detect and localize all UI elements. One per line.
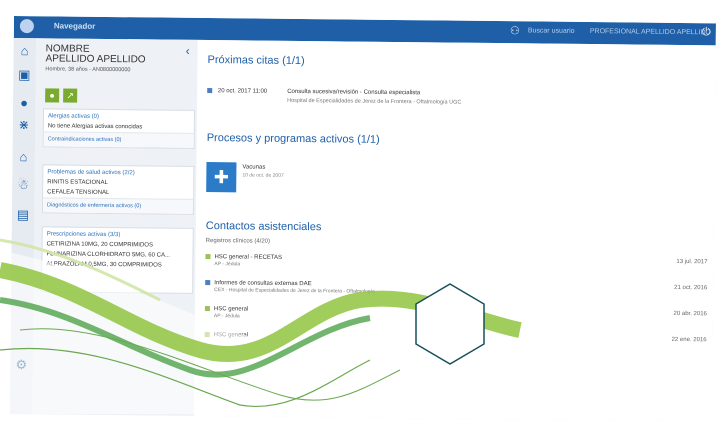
cita-place: Hospital de Especialidades de Jerez de l… xyxy=(287,97,462,106)
professional-name[interactable]: PROFESIONAL APELLIDO APELLIDO xyxy=(590,28,711,36)
row-date: 20 abr. 2016 xyxy=(673,310,707,318)
app-window: Navegador ⚇ Buscar usuario PROFESIONAL A… xyxy=(9,16,716,421)
row-sub: AP - Jédula xyxy=(213,313,240,320)
family-icon[interactable]: ⋇ xyxy=(17,117,31,132)
people-icon[interactable]: ☃ xyxy=(16,177,30,192)
procesos-title: Procesos y programas activos (1/1) xyxy=(206,132,380,146)
prescription-item[interactable]: ALPRAZOLAM 0,5MG, 30 COMPRIMIDOS xyxy=(42,259,192,271)
record-icon xyxy=(205,254,211,260)
navigator-label[interactable]: Navegador xyxy=(54,21,95,30)
settings-icon[interactable]: ⚙ xyxy=(14,357,28,372)
table-row[interactable]: HSC general - RECETAS AP - Jédula 13 jul… xyxy=(205,254,711,272)
house-icon[interactable]: ⌂ xyxy=(16,149,30,164)
home-icon[interactable]: ⌂ xyxy=(18,43,32,58)
share-icon[interactable]: ↗ xyxy=(63,88,78,103)
registros-subtitle: Registros clínicos (4/20) xyxy=(205,238,271,245)
user-search-icon[interactable]: ⚇ xyxy=(510,25,522,37)
patient-sidebar: NOMBRE APELLIDO APELLIDO Hombre, 38 años… xyxy=(31,38,198,416)
row-title: HSC general xyxy=(213,332,249,339)
table-row[interactable]: Informes de consultas externas DAE CEX -… xyxy=(205,280,711,298)
row-title: Informes de consultas externas DAE xyxy=(214,280,312,288)
prescriptions-card: Prescripciones activas (3/3) CETIRIZINA … xyxy=(41,226,194,294)
contraindications-link[interactable]: Contraindicaciones activas (0) xyxy=(43,131,194,148)
calendar-icon[interactable]: ▣ xyxy=(17,67,31,82)
record-icon xyxy=(204,332,210,338)
table-row[interactable]: HSC general 22 ene. 2016 xyxy=(204,332,711,344)
main-panel: Próximas citas (1/1) 20 oct. 2017 11:00 … xyxy=(193,39,716,421)
row-date: 13 jul. 2017 xyxy=(676,258,708,266)
vacunas-title[interactable]: Vacunas xyxy=(242,164,265,170)
cita-desc: Consulta sucesiva/revisión - Consulta es… xyxy=(287,88,421,97)
nursing-diagnoses-link[interactable]: Diagnósticos de enfermería activos (0) xyxy=(42,197,194,214)
power-icon[interactable]: ⏻ xyxy=(702,26,711,39)
problems-card: Problemas de salud activos (2/2) RINITIS… xyxy=(41,164,195,215)
contactos-title: Contactos asistenciales xyxy=(205,220,322,234)
row-date: 21 oct. 2016 xyxy=(674,284,708,292)
cita-date: 20 oct. 2017 11:00 xyxy=(217,88,268,95)
record-icon xyxy=(204,306,210,312)
cita-row[interactable]: 20 oct. 2017 11:00 Consulta sucesiva/rev… xyxy=(207,88,461,106)
calendar-icon xyxy=(207,88,213,94)
collapse-icon[interactable]: ‹ xyxy=(186,44,190,58)
app-logo-icon[interactable] xyxy=(19,19,34,34)
row-sub: CEX - Hospital de Especialidades de Jere… xyxy=(214,287,375,295)
record-icon xyxy=(205,280,211,286)
patient-info: Hombre, 38 años - AN0800000000 xyxy=(45,66,131,74)
row-sub: AP - Jédula xyxy=(214,261,241,268)
row-title: HSC general xyxy=(213,306,249,313)
person-icon[interactable]: ● xyxy=(17,95,31,110)
allergies-card: Alergias activas (0) No tiene Alergias a… xyxy=(42,108,196,149)
document-icon[interactable]: ▤ xyxy=(16,207,30,222)
patient-header: NOMBRE APELLIDO APELLIDO Hombre, 38 años… xyxy=(45,43,146,74)
vacunas-date: 10 de oct. de 2007 xyxy=(242,172,284,179)
table-row[interactable]: HSC general AP - Jédula 20 abr. 2016 xyxy=(204,306,711,324)
row-date: 22 ene. 2016 xyxy=(671,336,707,344)
patient-name-2: APELLIDO APELLIDO xyxy=(45,53,146,66)
citas-title: Próximas citas (1/1) xyxy=(207,54,305,68)
syringe-icon[interactable]: ✚ xyxy=(206,162,237,193)
search-user-link[interactable]: Buscar usuario xyxy=(528,27,575,34)
row-title: HSC general - RECETAS xyxy=(214,254,283,261)
patient-card-icon[interactable]: ● xyxy=(45,88,60,103)
